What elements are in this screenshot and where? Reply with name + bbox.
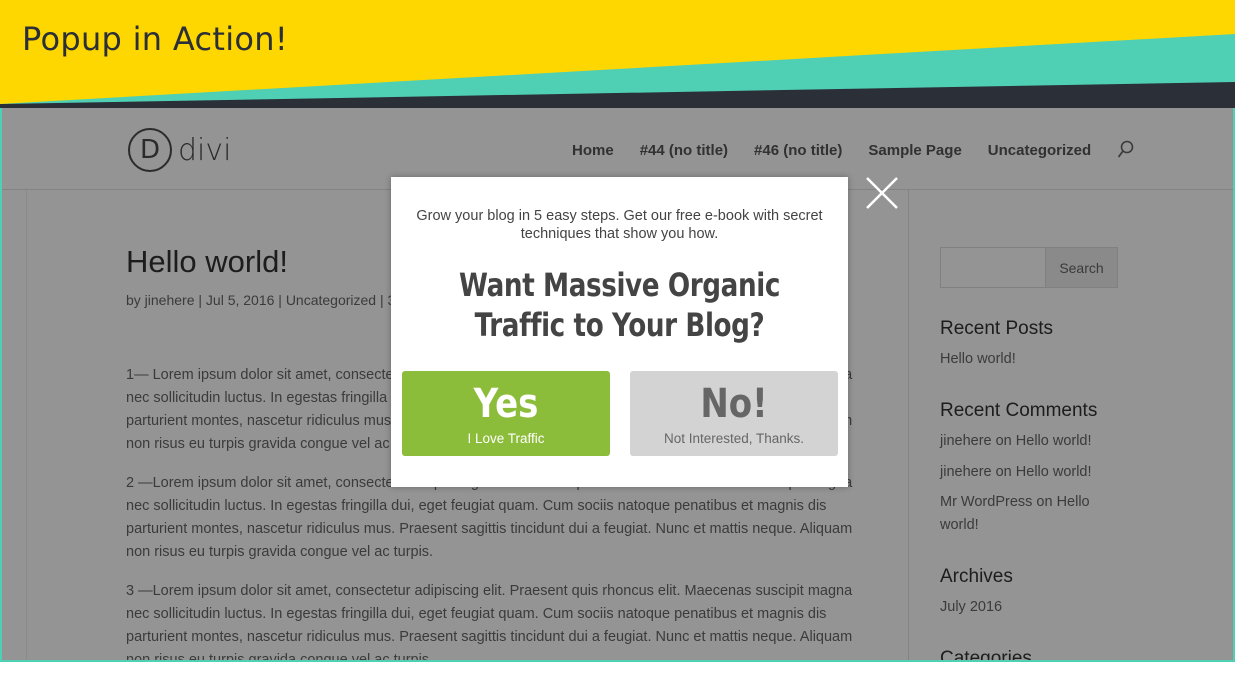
banner: Popup in Action!	[0, 0, 1235, 110]
popup-headline-line-1: Want Massive Organic	[459, 266, 780, 304]
popup: Grow your blog in 5 easy steps. Get our …	[391, 177, 848, 487]
no-button[interactable]: No! Not Interested, Thanks.	[630, 371, 838, 456]
yes-button-sublabel: I Love Traffic	[467, 431, 545, 446]
popup-headline: Want Massive Organic Traffic to Your Blo…	[432, 265, 807, 345]
no-button-label: No!	[700, 381, 768, 427]
popup-headline-line-2: Traffic to Your Blog?	[474, 306, 765, 344]
yes-button-label: Yes	[473, 381, 539, 427]
close-icon[interactable]	[865, 176, 899, 210]
popup-subtitle: Grow your blog in 5 easy steps. Get our …	[416, 208, 823, 242]
banner-title: Popup in Action!	[22, 20, 289, 58]
no-button-sublabel: Not Interested, Thanks.	[663, 431, 805, 446]
yes-button[interactable]: Yes I Love Traffic	[402, 371, 610, 456]
